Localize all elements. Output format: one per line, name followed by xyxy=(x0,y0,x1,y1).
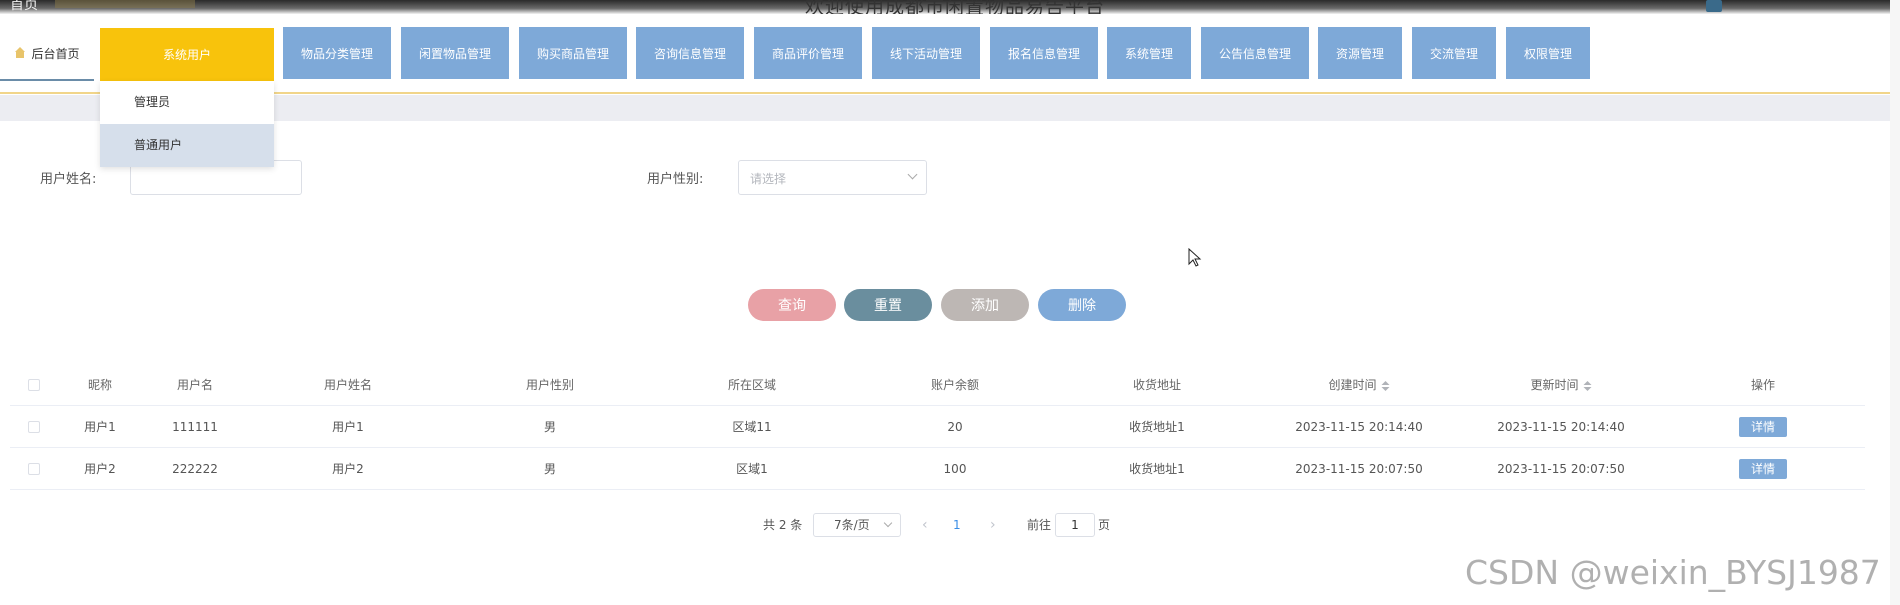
detail-button[interactable]: 详情 xyxy=(1739,459,1787,479)
col-updated[interactable]: 更新时间 xyxy=(1530,364,1592,406)
col-action: 操作 xyxy=(1750,378,1776,392)
add-button[interactable]: 添加 xyxy=(941,289,1029,321)
home-icon xyxy=(14,47,26,59)
cell-region: 区域11 xyxy=(732,420,772,434)
row-checkbox[interactable] xyxy=(28,463,40,475)
mouse-cursor-icon xyxy=(1188,248,1202,267)
reset-button[interactable]: 重置 xyxy=(844,289,932,321)
cell-created: 2023-11-15 20:14:40 xyxy=(1295,420,1423,434)
watermark: CSDN @weixin_BYSJ1987 xyxy=(1465,553,1881,592)
nav-item-purchase[interactable]: 购买商品管理 xyxy=(519,27,627,79)
goto-page-input[interactable]: 1 xyxy=(1055,513,1095,537)
chevron-down-icon xyxy=(907,169,918,180)
nav-item-signup[interactable]: 报名信息管理 xyxy=(990,27,1098,79)
col-address: 收货地址 xyxy=(1132,378,1182,392)
nav-item-announcement[interactable]: 公告信息管理 xyxy=(1201,27,1309,79)
col-username: 用户名 xyxy=(176,378,214,392)
grey-band xyxy=(0,95,1890,121)
nav-item-resource[interactable]: 资源管理 xyxy=(1318,27,1402,79)
chevron-down-icon xyxy=(883,518,893,528)
scrollbar-track[interactable] xyxy=(1890,0,1900,605)
nav-item-system[interactable]: 系统管理 xyxy=(1107,27,1191,79)
system-users-dropdown: 管理员 普通用户 xyxy=(100,81,274,167)
site-title: 欢迎使用成都市闲置物品易告平台 xyxy=(805,0,1106,14)
gender-placeholder: 请选择 xyxy=(750,172,787,186)
gender-select[interactable]: 请选择 xyxy=(738,160,927,195)
col-region: 所在区域 xyxy=(727,378,777,392)
nav-home-tab[interactable]: 后台首页 xyxy=(0,27,94,81)
query-button[interactable]: 查询 xyxy=(748,289,836,321)
nav-underline xyxy=(0,92,1890,94)
nav-item-review[interactable]: 商品评价管理 xyxy=(754,27,862,79)
cell-updated: 2023-11-15 20:07:50 xyxy=(1497,462,1625,476)
main-nav: 后台首页 系统用户 物品分类管理 闲置物品管理 购买商品管理 咨询信息管理 商品… xyxy=(0,27,1900,94)
nav-item-category[interactable]: 物品分类管理 xyxy=(283,27,391,79)
cell-updated: 2023-11-15 20:14:40 xyxy=(1497,420,1625,434)
blurred-user-info xyxy=(55,0,195,8)
col-real-name: 用户姓名 xyxy=(323,378,373,392)
user-table: 昵称 用户名 用户姓名 用户性别 所在区域 账户余额 收货地址 创建时间 更新时… xyxy=(10,364,1865,490)
gender-label: 用户性别: xyxy=(647,172,704,187)
dropdown-item-admin[interactable]: 管理员 xyxy=(100,81,274,124)
top-title-bar: 首页 欢迎使用成都市闲置物品易告平台 xyxy=(0,0,1900,14)
sort-icon[interactable] xyxy=(1583,380,1592,391)
cell-region: 区域1 xyxy=(736,462,768,476)
cell-username: 111111 xyxy=(172,420,218,434)
cell-nickname: 用户2 xyxy=(84,462,116,476)
cell-address: 收货地址1 xyxy=(1129,462,1185,476)
col-nickname: 昵称 xyxy=(87,378,113,392)
nav-item-consult[interactable]: 咨询信息管理 xyxy=(636,27,744,79)
nav-item-permission[interactable]: 权限管理 xyxy=(1506,27,1590,79)
cell-created: 2023-11-15 20:07:50 xyxy=(1295,462,1423,476)
goto-label: 前往 xyxy=(1027,518,1052,532)
cell-balance: 20 xyxy=(947,420,963,434)
col-gender: 用户性别 xyxy=(525,378,575,392)
col-created-label: 创建时间 xyxy=(1328,378,1377,392)
nav-item-exchange[interactable]: 交流管理 xyxy=(1412,27,1496,79)
detail-button[interactable]: 详情 xyxy=(1739,417,1787,437)
table-header: 昵称 用户名 用户姓名 用户性别 所在区域 账户余额 收货地址 创建时间 更新时… xyxy=(10,364,1865,406)
col-balance: 账户余额 xyxy=(930,378,980,392)
cell-gender: 男 xyxy=(543,462,557,476)
name-label: 用户姓名: xyxy=(40,172,97,187)
cell-real-name: 用户2 xyxy=(332,462,364,476)
col-created[interactable]: 创建时间 xyxy=(1328,364,1390,406)
next-page-icon[interactable]: › xyxy=(990,513,996,537)
page-size-value: 7条/页 xyxy=(834,518,870,532)
page-size-select[interactable]: 7条/页 xyxy=(813,513,901,537)
nav-item-system-users[interactable]: 系统用户 xyxy=(100,28,274,81)
page-number-current[interactable]: 1 xyxy=(953,513,961,537)
nav-home-label: 后台首页 xyxy=(31,46,80,61)
row-checkbox[interactable] xyxy=(28,421,40,433)
cell-real-name: 用户1 xyxy=(332,420,364,434)
page-suffix: 页 xyxy=(1098,518,1111,532)
pagination-total: 共 2 条 xyxy=(763,518,803,532)
dropdown-item-normal-user[interactable]: 普通用户 xyxy=(100,124,274,167)
nav-item-offline-activity[interactable]: 线下活动管理 xyxy=(872,27,980,79)
table-row: 用户2 222222 用户2 男 区域1 100 收货地址1 2023-11-1… xyxy=(10,448,1865,490)
avatar[interactable] xyxy=(1706,0,1722,12)
select-all-checkbox[interactable] xyxy=(28,379,40,391)
cell-address: 收货地址1 xyxy=(1129,420,1185,434)
nav-item-idle-goods[interactable]: 闲置物品管理 xyxy=(401,27,509,79)
home-link[interactable]: 首页 xyxy=(10,0,38,14)
cell-nickname: 用户1 xyxy=(84,420,116,434)
prev-page-icon[interactable]: ‹ xyxy=(922,513,928,537)
col-updated-label: 更新时间 xyxy=(1530,378,1579,392)
sort-icon[interactable] xyxy=(1381,380,1390,391)
cell-username: 222222 xyxy=(172,462,218,476)
cell-balance: 100 xyxy=(943,462,967,476)
table-row: 用户1 111111 用户1 男 区域11 20 收货地址1 2023-11-1… xyxy=(10,406,1865,448)
delete-button[interactable]: 删除 xyxy=(1038,289,1126,321)
cell-gender: 男 xyxy=(543,420,557,434)
